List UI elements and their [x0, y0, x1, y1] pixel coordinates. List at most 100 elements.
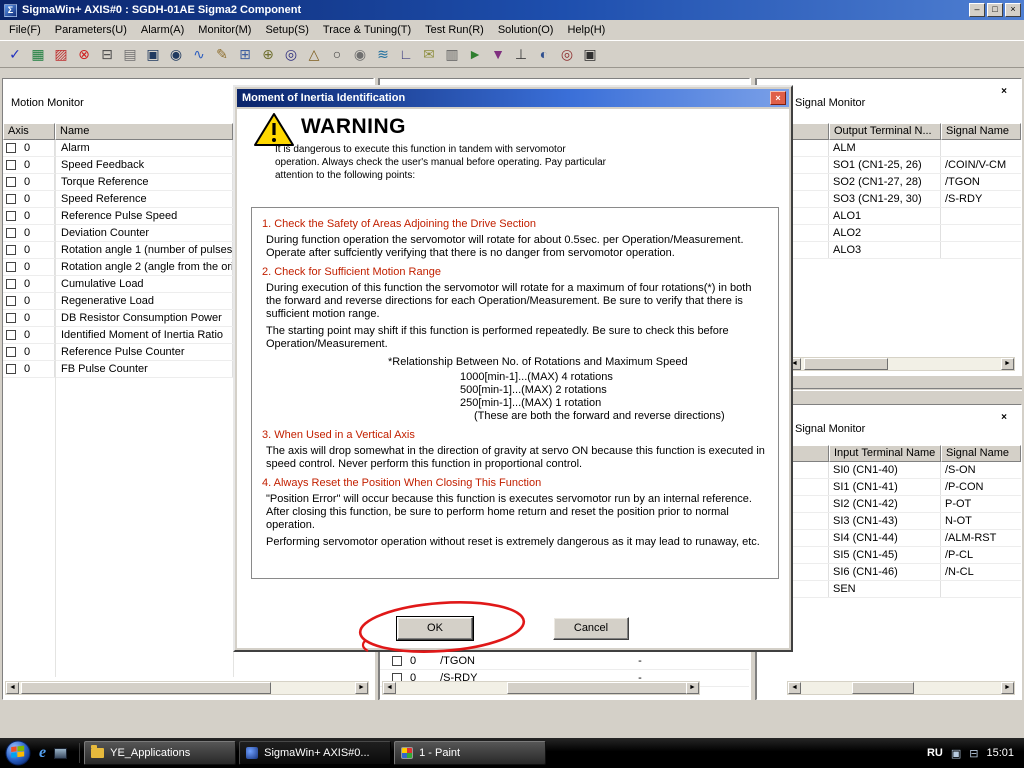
waveform-icon[interactable]: ≋: [372, 43, 394, 65]
search-chart-icon[interactable]: ◐: [533, 43, 555, 65]
internet-explorer-icon[interactable]: e: [39, 744, 46, 762]
hidden-monitor-hscrollbar[interactable]: ◄ ►: [382, 681, 700, 695]
clock[interactable]: 15:01: [986, 747, 1014, 759]
tray-display-icon[interactable]: ▣: [951, 747, 961, 760]
cancel-button[interactable]: Cancel: [553, 617, 629, 640]
row-checkbox[interactable]: [6, 177, 16, 187]
language-indicator[interactable]: RU: [927, 747, 943, 759]
scroll-thumb[interactable]: [804, 358, 888, 370]
row-checkbox[interactable]: [6, 296, 16, 306]
start-button[interactable]: [5, 740, 31, 766]
menu-item[interactable]: Help(H): [560, 21, 612, 39]
quick-launch-app-icon[interactable]: [54, 747, 68, 759]
input-signal-row[interactable]: SI0 (CN1-40) /S-ON: [757, 462, 1021, 479]
window-titlebar[interactable]: Σ SigmaWin+ AXIS#0 : SGDH-01AE Sigma2 Co…: [0, 0, 1024, 20]
column-header-signal-name[interactable]: Signal Name: [941, 123, 1021, 140]
triangle-scale-icon[interactable]: △: [303, 43, 325, 65]
panel-close-icon[interactable]: ×: [997, 85, 1011, 98]
menu-item[interactable]: Solution(O): [491, 21, 561, 39]
row-checkbox[interactable]: [6, 194, 16, 204]
taskbar-task-sigmawin[interactable]: SigmaWin+ AXIS#0...: [239, 741, 392, 765]
scroll-right-arrow-icon[interactable]: ►: [1001, 358, 1014, 370]
column-header-output-terminal[interactable]: Output Terminal N...: [829, 123, 941, 140]
row-checkbox[interactable]: [6, 262, 16, 272]
ok-button[interactable]: OK: [396, 616, 474, 641]
column-header-axis[interactable]: Axis: [3, 123, 55, 140]
row-checkbox[interactable]: [6, 245, 16, 255]
row-checkbox[interactable]: [392, 656, 402, 666]
output-signal-row[interactable]: SO2 (CN1-27, 28) /TGON: [757, 174, 1021, 191]
red-graph-icon[interactable]: ▨: [50, 43, 72, 65]
antenna-icon[interactable]: ⊥: [510, 43, 532, 65]
screen-icon[interactable]: ▣: [579, 43, 601, 65]
column-header-input-terminal[interactable]: Input Terminal Name: [829, 445, 941, 462]
scroll-right-arrow-icon[interactable]: ►: [686, 682, 699, 694]
menu-item[interactable]: File(F): [2, 21, 48, 39]
scroll-thumb[interactable]: [852, 682, 914, 694]
input-signal-row[interactable]: SEN: [757, 581, 1021, 598]
envelope-icon[interactable]: ✉: [418, 43, 440, 65]
scroll-right-arrow-icon[interactable]: ►: [355, 682, 368, 694]
menu-item[interactable]: Setup(S): [258, 21, 315, 39]
monitor-icon[interactable]: ▣: [142, 43, 164, 65]
dialog-titlebar[interactable]: Moment of Inertia Identification ×: [237, 89, 789, 107]
gears-icon[interactable]: ⊕: [257, 43, 279, 65]
gear-icon[interactable]: ◉: [349, 43, 371, 65]
menu-item[interactable]: Parameters(U): [48, 21, 134, 39]
notepad-icon[interactable]: ▥: [441, 43, 463, 65]
parameter-table-icon[interactable]: ▦: [27, 43, 49, 65]
output-signal-row[interactable]: SO3 (CN1-29, 30) /S-RDY: [757, 191, 1021, 208]
target-icon[interactable]: ◎: [556, 43, 578, 65]
row-checkbox[interactable]: [6, 279, 16, 289]
input-signal-hscrollbar[interactable]: ◄ ►: [787, 681, 1015, 695]
column-header-signal-name[interactable]: Signal Name: [941, 445, 1021, 462]
output-signal-row[interactable]: ALO3: [757, 242, 1021, 259]
magnifier-icon[interactable]: ○: [326, 43, 348, 65]
input-signal-row[interactable]: SI3 (CN1-43) N-OT: [757, 513, 1021, 530]
input-signal-row[interactable]: SI5 (CN1-45) /P-CL: [757, 547, 1021, 564]
output-signal-row[interactable]: ALM: [757, 140, 1021, 157]
magnifier-graph-icon[interactable]: ◎: [280, 43, 302, 65]
output-signal-hscrollbar[interactable]: ◄ ►: [787, 357, 1015, 371]
close-button[interactable]: ×: [1005, 3, 1021, 17]
output-signal-row[interactable]: ALO2: [757, 225, 1021, 242]
row-checkbox[interactable]: [6, 347, 16, 357]
hidden-monitor-row[interactable]: 0 /TGON -: [380, 653, 749, 670]
taskbar-task-ye-applications[interactable]: YE_Applications: [84, 741, 237, 765]
xy-plot-icon[interactable]: ∟: [395, 43, 417, 65]
menu-item[interactable]: Alarm(A): [134, 21, 191, 39]
scroll-left-arrow-icon[interactable]: ◄: [383, 682, 396, 694]
test-run-icon[interactable]: ►: [464, 43, 486, 65]
row-checkbox[interactable]: [6, 330, 16, 340]
column-header-name[interactable]: Name: [55, 123, 233, 140]
taskbar-task-paint[interactable]: 1 - Paint: [394, 741, 547, 765]
input-signal-row[interactable]: SI6 (CN1-46) /N-CL: [757, 564, 1021, 581]
row-checkbox[interactable]: [6, 228, 16, 238]
row-checkbox[interactable]: [6, 160, 16, 170]
scroll-left-arrow-icon[interactable]: ◄: [788, 682, 801, 694]
scroll-right-arrow-icon[interactable]: ►: [1001, 682, 1014, 694]
input-signal-row[interactable]: SI4 (CN1-44) /ALM-RST: [757, 530, 1021, 547]
funnel-icon[interactable]: ▼: [487, 43, 509, 65]
menu-item[interactable]: Trace & Tuning(T): [316, 21, 418, 39]
scroll-left-arrow-icon[interactable]: ◄: [6, 682, 19, 694]
row-checkbox[interactable]: [6, 313, 16, 323]
document-icon[interactable]: ▤: [119, 43, 141, 65]
alarm-circle-x-icon[interactable]: ⊗: [73, 43, 95, 65]
tray-device-icon[interactable]: ⊟: [969, 747, 978, 760]
menu-item[interactable]: Test Run(R): [418, 21, 491, 39]
panel-close-icon[interactable]: ×: [997, 411, 1011, 424]
row-checkbox[interactable]: [6, 364, 16, 374]
output-signal-row[interactable]: ALO1: [757, 208, 1021, 225]
restore-button[interactable]: □: [987, 3, 1003, 17]
window-grid-icon[interactable]: ⊞: [234, 43, 256, 65]
minimize-button[interactable]: –: [969, 3, 985, 17]
output-signal-row[interactable]: SO1 (CN1-25, 26) /COIN/V-CM: [757, 157, 1021, 174]
scroll-thumb[interactable]: [507, 682, 687, 694]
pencil-chart-icon[interactable]: ✎: [211, 43, 233, 65]
sine-wave-icon[interactable]: ∿: [188, 43, 210, 65]
monitor-graph-icon[interactable]: ◉: [165, 43, 187, 65]
row-checkbox[interactable]: [6, 143, 16, 153]
printer-icon[interactable]: ⊟: [96, 43, 118, 65]
input-signal-row[interactable]: SI1 (CN1-41) /P-CON: [757, 479, 1021, 496]
